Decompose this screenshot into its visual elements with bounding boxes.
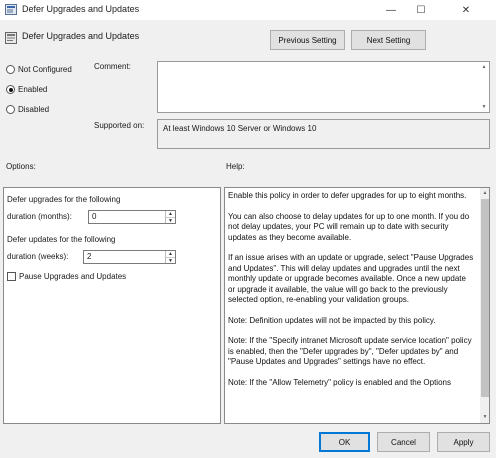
weeks-spinbox[interactable]: 2 ▲ ▼: [83, 250, 176, 264]
help-title: Help:: [226, 162, 245, 171]
help-paragraph: You can also choose to delay updates for…: [228, 211, 470, 242]
apply-button[interactable]: Apply: [437, 432, 490, 452]
pause-checkbox[interactable]: [7, 272, 16, 281]
radio-label: Not Configured: [18, 65, 72, 74]
spin-down-icon[interactable]: ▼: [166, 257, 175, 264]
help-paragraph: Enable this policy in order to defer upg…: [228, 191, 467, 200]
setting-icon: [5, 32, 17, 44]
options-title: Options:: [6, 162, 36, 171]
maximize-button[interactable]: ☐: [406, 0, 436, 20]
radio-circle[interactable]: [6, 85, 15, 94]
radio-label: Disabled: [18, 105, 50, 114]
scroll-up-icon[interactable]: ▲: [480, 63, 488, 71]
supported-on-label: Supported on:: [94, 121, 145, 130]
ok-button[interactable]: OK: [319, 432, 370, 452]
radio-circle[interactable]: [6, 105, 15, 114]
pause-checkbox-row[interactable]: Pause Upgrades and Updates: [7, 272, 126, 281]
help-paragraph: Note: If the "Specify intranet Microsoft…: [228, 336, 472, 366]
supported-on-field: At least Windows 10 Server or Windows 10: [157, 119, 490, 149]
help-paragraph: If an issue arises with an update or upg…: [228, 253, 474, 304]
scroll-down-icon[interactable]: ▼: [480, 103, 488, 111]
scroll-down-icon[interactable]: ▼: [481, 413, 489, 421]
radio-label: Enabled: [18, 85, 48, 94]
title-bar: Defer Upgrades and Updates — ☐ ✕: [0, 0, 496, 20]
cancel-button[interactable]: Cancel: [377, 432, 430, 452]
next-setting-button[interactable]: Next Setting: [351, 30, 426, 50]
comment-textarea[interactable]: [157, 61, 490, 113]
defer-upgrades-label: Defer upgrades for the following: [7, 195, 121, 204]
weeks-label: duration (weeks):: [7, 252, 69, 261]
close-button[interactable]: ✕: [436, 0, 496, 20]
weeks-value[interactable]: 2: [84, 251, 165, 263]
months-spinbox[interactable]: 0 ▲ ▼: [88, 210, 176, 224]
help-paragraph: Note: Definition updates will not be imp…: [228, 315, 436, 325]
pause-label: Pause Upgrades and Updates: [19, 272, 127, 281]
months-value[interactable]: 0: [89, 211, 165, 223]
minimize-button[interactable]: —: [376, 0, 406, 20]
help-text: Enable this policy in order to defer upg…: [225, 188, 477, 388]
help-scrollbar[interactable]: ▲ ▼: [480, 188, 489, 423]
setting-title: Defer Upgrades and Updates: [22, 31, 140, 41]
scroll-up-icon[interactable]: ▲: [481, 189, 489, 197]
radio-enabled[interactable]: Enabled: [6, 85, 47, 94]
window-title: Defer Upgrades and Updates: [22, 4, 140, 14]
policy-icon: [5, 4, 17, 15]
radio-circle[interactable]: [6, 65, 15, 74]
comment-label: Comment:: [94, 62, 131, 71]
options-panel: Defer upgrades for the following duratio…: [3, 187, 221, 424]
help-panel: Enable this policy in order to defer upg…: [224, 187, 490, 424]
help-paragraph: Note: If the "Allow Telemetry" policy is…: [228, 377, 451, 387]
months-label: duration (months):: [7, 212, 72, 221]
scroll-thumb[interactable]: [481, 199, 489, 397]
defer-updates-label: Defer updates for the following: [7, 235, 116, 244]
radio-not-configured[interactable]: Not Configured: [6, 65, 72, 74]
spin-down-icon[interactable]: ▼: [166, 217, 175, 224]
previous-setting-button[interactable]: Previous Setting: [270, 30, 345, 50]
radio-disabled[interactable]: Disabled: [6, 105, 49, 114]
